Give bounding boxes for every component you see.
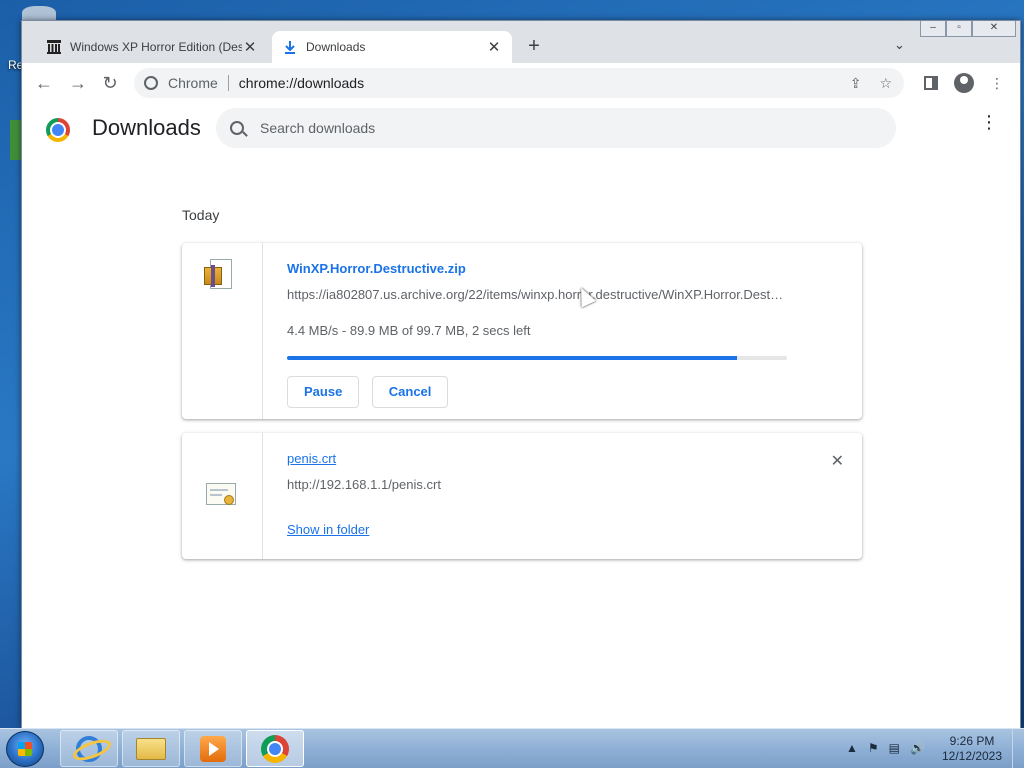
chrome-logo-icon xyxy=(46,118,70,142)
start-button[interactable] xyxy=(6,731,44,767)
new-tab-button[interactable]: + xyxy=(522,35,546,59)
date-heading: Today xyxy=(182,207,220,223)
browser-toolbar: ← → ↻ Chrome chrome://downloads ⇪ ☆ ⋮ xyxy=(22,63,1020,103)
divider xyxy=(227,75,229,91)
close-tab-icon[interactable]: ✕ xyxy=(486,39,502,56)
download-icon xyxy=(282,39,298,55)
file-icon-column xyxy=(182,243,263,419)
clock-date: 12/12/2023 xyxy=(941,749,1003,763)
share-icon[interactable]: ⇪ xyxy=(850,75,862,92)
download-progress-bar xyxy=(287,356,787,360)
menu-kebab-icon[interactable]: ⋮ xyxy=(990,75,1004,92)
internet-explorer-icon xyxy=(76,735,102,762)
cancel-button[interactable]: Cancel xyxy=(371,376,449,408)
minimize-button[interactable]: – xyxy=(920,21,946,37)
action-center-flag-icon[interactable]: ⚑ xyxy=(868,741,879,755)
file-source-url: http://192.168.1.1/penis.crt xyxy=(287,477,441,492)
show-in-folder-link[interactable]: Show in folder xyxy=(287,522,369,537)
remove-download-icon[interactable]: ✕ xyxy=(831,451,844,471)
file-source-url: https://ia802807.us.archive.org/22/items… xyxy=(287,287,787,302)
profile-avatar-icon[interactable] xyxy=(954,73,974,93)
site-info-chip[interactable]: Chrome xyxy=(134,75,218,91)
file-name-link[interactable]: penis.crt xyxy=(287,451,336,466)
close-window-button[interactable]: ✕ xyxy=(972,21,1016,37)
pause-button[interactable]: Pause xyxy=(287,376,360,408)
back-arrow-icon[interactable]: ← xyxy=(32,71,56,95)
network-icon[interactable]: ▤ xyxy=(889,741,900,755)
downloads-page: Downloads ⋮ Today WinXP.Horror.Destructi… xyxy=(22,103,1020,729)
volume-icon[interactable]: 🔊 xyxy=(910,741,925,755)
system-tray: ▲ ⚑ ▤ 🔊 xyxy=(846,741,925,755)
address-bar[interactable]: Chrome chrome://downloads ⇪ ☆ xyxy=(134,68,904,98)
taskbar-explorer[interactable] xyxy=(122,730,180,767)
page-title: Downloads xyxy=(92,115,201,140)
download-status: 4.4 MB/s - 89.9 MB of 99.7 MB, 2 secs le… xyxy=(287,323,531,338)
chrome-page-icon xyxy=(144,76,158,90)
file-icon-column xyxy=(182,433,263,559)
chrome-icon xyxy=(261,734,289,763)
chip-label: Chrome xyxy=(168,75,218,91)
download-item: penis.crt http://192.168.1.1/penis.crt S… xyxy=(182,433,862,559)
file-name-link[interactable]: WinXP.Horror.Destructive.zip xyxy=(287,261,466,276)
taskbar: ▲ ⚑ ▤ 🔊 9:26 PM 12/12/2023 xyxy=(0,728,1024,768)
taskbar-media-player[interactable] xyxy=(184,730,242,767)
taskbar-ie[interactable] xyxy=(60,730,118,767)
url-text[interactable]: chrome://downloads xyxy=(239,75,364,91)
bookmark-star-icon[interactable]: ☆ xyxy=(879,75,892,92)
search-input[interactable] xyxy=(260,120,840,136)
tab-title: Windows XP Horror Edition (Destructive) xyxy=(70,40,242,54)
clock-time: 9:26 PM xyxy=(949,734,995,748)
window-controls: – ▫ ✕ xyxy=(920,21,1016,37)
close-tab-icon[interactable]: ✕ xyxy=(242,39,258,56)
progress-fill xyxy=(287,356,737,360)
windows-explorer-icon xyxy=(136,737,166,760)
search-downloads-box[interactable] xyxy=(216,108,896,148)
media-player-icon xyxy=(200,735,226,762)
downloads-more-icon[interactable]: ⋮ xyxy=(980,113,998,131)
show-desktop-button[interactable] xyxy=(1012,729,1024,768)
taskbar-chrome[interactable] xyxy=(246,730,304,767)
download-item: WinXP.Horror.Destructive.zip https://ia8… xyxy=(182,243,862,419)
forward-arrow-icon[interactable]: → xyxy=(66,71,90,95)
tab-search-chevron-icon[interactable]: ⌄ xyxy=(894,37,905,53)
side-panel-icon[interactable] xyxy=(924,76,938,90)
browser-window: Windows XP Horror Edition (Destructive) … xyxy=(21,20,1021,729)
zip-archive-icon xyxy=(204,259,234,291)
maximize-button[interactable]: ▫ xyxy=(946,21,972,37)
taskbar-clock[interactable]: 9:26 PM 12/12/2023 xyxy=(936,734,1008,764)
archive-org-icon xyxy=(46,39,62,55)
tab-horror-edition[interactable]: Windows XP Horror Edition (Destructive) … xyxy=(36,31,268,63)
show-hidden-icons-icon[interactable]: ▲ xyxy=(846,741,858,755)
tab-title: Downloads xyxy=(306,40,366,54)
reload-icon[interactable]: ↻ xyxy=(98,71,122,95)
search-icon xyxy=(230,121,244,135)
certificate-icon xyxy=(206,483,238,509)
